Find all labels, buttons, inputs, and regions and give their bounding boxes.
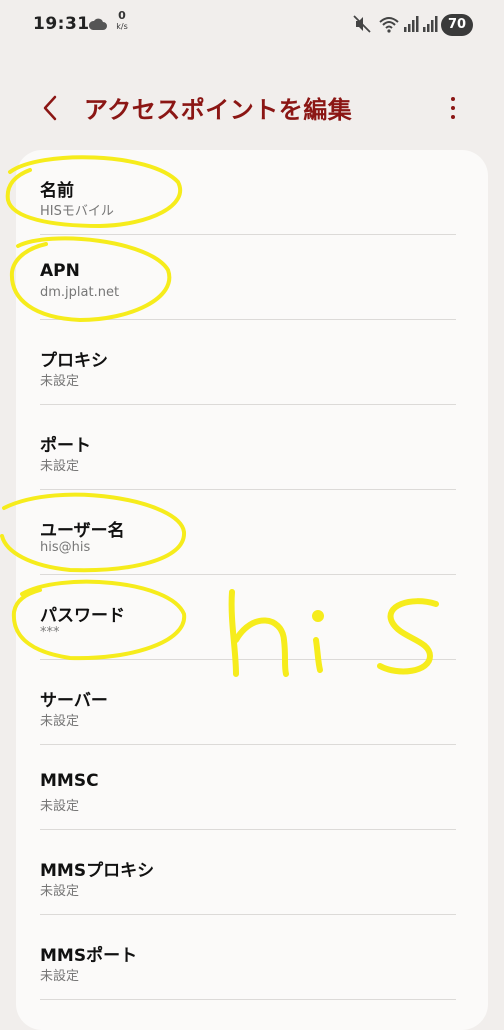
mute-icon xyxy=(353,15,371,33)
setting-row-apn[interactable]: APN dm.jplat.net xyxy=(40,235,456,320)
setting-value: 未設定 xyxy=(40,884,80,899)
back-button[interactable] xyxy=(30,88,70,128)
cell-signal-icon-2 xyxy=(423,16,438,32)
setting-row-server[interactable]: サーバー 未設定 xyxy=(40,660,456,745)
setting-value: *** xyxy=(40,625,60,640)
more-vert-icon-dot xyxy=(451,106,455,110)
setting-row-name[interactable]: 名前 HISモバイル xyxy=(40,150,456,235)
cell-signal-icon xyxy=(404,16,419,32)
setting-value: dm.jplat.net xyxy=(40,285,120,300)
setting-title: パスワード xyxy=(40,606,125,626)
setting-value: HISモバイル xyxy=(40,204,114,219)
status-bar: 19:31 0 k/s 70 xyxy=(0,0,504,52)
more-options-button[interactable] xyxy=(438,90,468,126)
setting-value: 未設定 xyxy=(40,969,80,984)
chevron-left-icon xyxy=(43,95,57,121)
setting-row-port[interactable]: ポート 未設定 xyxy=(40,405,456,490)
setting-title: MMSポート xyxy=(40,946,138,966)
setting-row-mms-proxy[interactable]: MMSプロキシ 未設定 xyxy=(40,830,456,915)
setting-value: 未設定 xyxy=(40,714,80,729)
status-time: 19:31 xyxy=(33,14,90,34)
setting-title: ユーザー名 xyxy=(40,521,125,541)
cloud-icon xyxy=(88,18,107,30)
setting-title: MMSC xyxy=(40,771,99,791)
wifi-icon xyxy=(379,17,399,33)
setting-title: プロキシ xyxy=(40,351,108,371)
setting-title: 名前 xyxy=(40,181,74,201)
divider xyxy=(40,999,456,1000)
setting-row-proxy[interactable]: プロキシ 未設定 xyxy=(40,320,456,405)
setting-title: ポート xyxy=(40,436,91,456)
setting-value: 未設定 xyxy=(40,799,80,814)
setting-row-username[interactable]: ユーザー名 his@his xyxy=(40,490,456,575)
setting-value: his@his xyxy=(40,540,91,555)
setting-title: APN xyxy=(40,261,80,281)
setting-row-password[interactable]: パスワード *** xyxy=(40,575,456,660)
setting-value: 未設定 xyxy=(40,374,80,389)
setting-row-mmsc[interactable]: MMSC 未設定 xyxy=(40,745,456,830)
setting-title: サーバー xyxy=(40,691,108,711)
network-speed: 0 k/s xyxy=(116,9,128,31)
app-bar: アクセスポイントを編集 xyxy=(0,70,504,140)
more-vert-icon-dot xyxy=(451,115,455,119)
more-vert-icon xyxy=(451,97,455,101)
setting-title: MMSプロキシ xyxy=(40,861,155,881)
setting-row-mms-port[interactable]: MMSポート 未設定 xyxy=(40,915,456,1000)
setting-value: 未設定 xyxy=(40,459,80,474)
page-title: アクセスポイントを編集 xyxy=(84,96,353,124)
battery-indicator: 70 xyxy=(441,14,473,36)
apn-settings-card: 名前 HISモバイル APN dm.jplat.net プロキシ 未設定 ポート… xyxy=(16,150,488,1030)
